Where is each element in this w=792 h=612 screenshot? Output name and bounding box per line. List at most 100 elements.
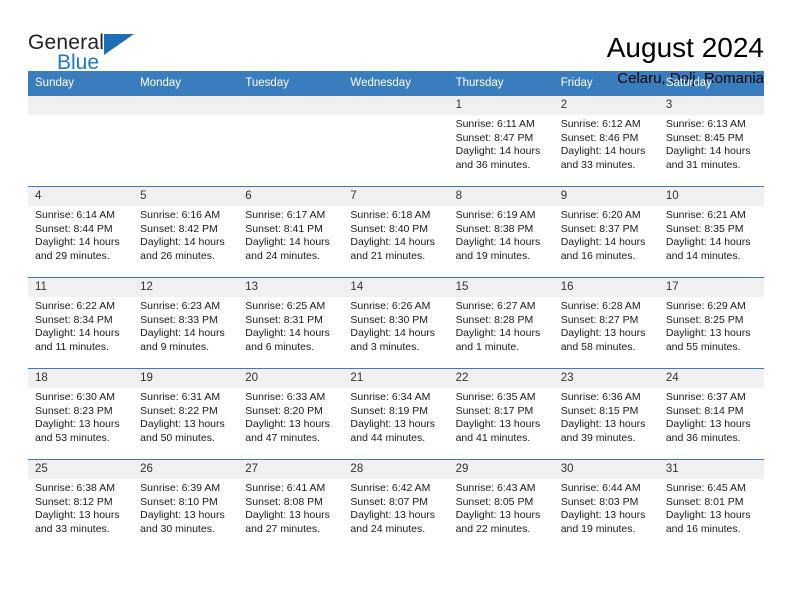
calendar-day-cell[interactable]: 4 Sunrise: 6:14 AM Sunset: 8:44 PM Daylight…: [28, 186, 134, 278]
day-details: Sunrise: 6:39 AM Sunset: 8:10 PM Daylight:…: [133, 479, 238, 536]
daylight-duration-line1: Daylight: 14 hours: [455, 327, 541, 340]
calendar-day-cell[interactable]: 3 Sunrise: 6:13 AM Sunset: 8:45 PM Daylight…: [658, 95, 764, 187]
calendar-day-cell[interactable]: 23 Sunrise: 6:36 AM Sunset: 8:15 PM Dayligh…: [553, 368, 659, 460]
calendar-day-cell[interactable]: 25 Sunrise: 6:38 AM Sunset: 8:12 PM Dayligh…: [28, 459, 134, 550]
weekday-header-thursday: Thursday: [448, 71, 554, 96]
calendar-day-cell[interactable]: 19 Sunrise: 6:31 AM Sunset: 8:22 PM Dayligh…: [133, 368, 239, 460]
calendar-table: Sunday Monday Tuesday Wednesday Thursday…: [28, 71, 764, 550]
daylight-duration-line1: Daylight: 13 hours: [245, 509, 330, 522]
calendar-day-cell[interactable]: 27 Sunrise: 6:41 AM Sunset: 8:08 PM Dayligh…: [238, 459, 344, 550]
sunrise-time: Sunrise: 6:33 AM: [245, 391, 326, 403]
day-cell-inner: [28, 96, 134, 186]
daylight-duration-line2: and 6 minutes.: [245, 340, 315, 353]
daylight-duration-line2: and 21 minutes.: [350, 249, 426, 262]
calendar-day-cell[interactable]: 7 Sunrise: 6:18 AM Sunset: 8:40 PM Daylight…: [343, 186, 449, 278]
sunset-time: Sunset: 8:15 PM: [560, 404, 639, 417]
day-number: 31: [658, 460, 764, 479]
day-cell-inner: 4 Sunrise: 6:14 AM Sunset: 8:44 PM Daylight…: [28, 187, 134, 277]
brand-logo[interactable]: General Blue: [28, 32, 148, 84]
sunset-time: Sunset: 8:14 PM: [665, 404, 744, 417]
day-cell-inner: 30 Sunrise: 6:44 AM Sunset: 8:03 PM Dayligh…: [553, 460, 659, 550]
calendar-day-cell[interactable]: 2 Sunrise: 6:12 AM Sunset: 8:46 PM Daylight…: [553, 95, 659, 187]
day-number: 18: [28, 369, 134, 388]
day-cell-inner: 2 Sunrise: 6:12 AM Sunset: 8:46 PM Daylight…: [553, 96, 659, 186]
day-number: 29: [448, 460, 554, 479]
calendar-day-cell[interactable]: 16 Sunrise: 6:28 AM Sunset: 8:27 PM Dayligh…: [553, 277, 659, 369]
weekday-header-tuesday: Tuesday: [238, 71, 344, 96]
calendar-day-cell[interactable]: 20 Sunrise: 6:33 AM Sunset: 8:20 PM Dayligh…: [238, 368, 344, 460]
calendar-day-cell[interactable]: 10 Sunrise: 6:21 AM Sunset: 8:35 PM Dayligh…: [658, 186, 764, 278]
day-number: 13: [238, 278, 344, 297]
sunset-time: Sunset: 8:44 PM: [35, 222, 113, 235]
day-details: Sunrise: 6:31 AM Sunset: 8:22 PM Daylight:…: [133, 388, 238, 445]
daylight-duration-line2: and 14 minutes.: [665, 249, 741, 262]
calendar-day-cell[interactable]: 21 Sunrise: 6:34 AM Sunset: 8:19 PM Dayligh…: [343, 368, 449, 460]
day-cell-inner: 20 Sunrise: 6:33 AM Sunset: 8:20 PM Dayligh…: [238, 369, 344, 459]
sunrise-time: Sunrise: 6:34 AM: [350, 391, 431, 403]
calendar-day-cell[interactable]: 14 Sunrise: 6:26 AM Sunset: 8:30 PM Dayligh…: [343, 277, 449, 369]
calendar-day-cell[interactable]: 28 Sunrise: 6:42 AM Sunset: 8:07 PM Dayligh…: [343, 459, 449, 550]
sunset-time: Sunset: 8:30 PM: [350, 313, 429, 326]
calendar-week-row: 1 Sunrise: 6:11 AM Sunset: 8:47 PM Daylight…: [28, 95, 764, 187]
day-details: Sunrise: 6:11 AM Sunset: 8:47 PM Daylight:…: [449, 115, 554, 172]
calendar-day-cell[interactable]: 22 Sunrise: 6:35 AM Sunset: 8:17 PM Dayligh…: [448, 368, 554, 460]
day-number: 27: [238, 460, 344, 479]
daylight-duration-line1: Daylight: 14 hours: [350, 236, 436, 249]
calendar-day-cell[interactable]: 12 Sunrise: 6:23 AM Sunset: 8:33 PM Dayligh…: [133, 277, 239, 369]
sunrise-time: Sunrise: 6:27 AM: [455, 300, 536, 312]
day-cell-inner: 18 Sunrise: 6:30 AM Sunset: 8:23 PM Dayligh…: [28, 369, 134, 459]
calendar-day-cell[interactable]: 18 Sunrise: 6:30 AM Sunset: 8:23 PM Dayligh…: [28, 368, 134, 460]
calendar-day-cell[interactable]: 15 Sunrise: 6:27 AM Sunset: 8:28 PM Dayligh…: [448, 277, 554, 369]
sunset-time: Sunset: 8:27 PM: [560, 313, 639, 326]
calendar-cell-empty: [343, 95, 449, 187]
weekday-header-wednesday: Wednesday: [343, 71, 449, 96]
day-details: Sunrise: 6:26 AM Sunset: 8:30 PM Daylight:…: [343, 297, 448, 354]
day-details: Sunrise: 6:43 AM Sunset: 8:05 PM Daylight:…: [449, 479, 554, 536]
sunrise-time: Sunrise: 6:14 AM: [35, 209, 115, 221]
calendar-day-cell[interactable]: 8 Sunrise: 6:19 AM Sunset: 8:38 PM Daylight…: [448, 186, 554, 278]
day-cell-inner: 19 Sunrise: 6:31 AM Sunset: 8:22 PM Dayligh…: [133, 369, 239, 459]
calendar-day-cell[interactable]: 6 Sunrise: 6:17 AM Sunset: 8:41 PM Daylight…: [238, 186, 344, 278]
daylight-duration-line1: Daylight: 14 hours: [245, 327, 330, 340]
calendar-day-cell[interactable]: 29 Sunrise: 6:43 AM Sunset: 8:05 PM Dayligh…: [448, 459, 554, 550]
sunset-time: Sunset: 8:38 PM: [455, 222, 534, 235]
day-details: Sunrise: 6:21 AM Sunset: 8:35 PM Daylight:…: [659, 206, 764, 263]
calendar-day-cell[interactable]: 9 Sunrise: 6:20 AM Sunset: 8:37 PM Daylight…: [553, 186, 659, 278]
daylight-duration-line2: and 47 minutes.: [245, 431, 320, 444]
brand-name-blue: Blue: [57, 51, 100, 74]
day-details: Sunrise: 6:30 AM Sunset: 8:23 PM Daylight:…: [28, 388, 133, 445]
sunrise-time: Sunrise: 6:23 AM: [140, 300, 221, 312]
calendar-body: 1 Sunrise: 6:11 AM Sunset: 8:47 PM Daylight…: [28, 95, 764, 550]
day-number: 15: [448, 278, 554, 297]
day-cell-inner: 27 Sunrise: 6:41 AM Sunset: 8:08 PM Dayligh…: [238, 460, 344, 550]
daylight-duration-line1: Daylight: 13 hours: [560, 327, 646, 340]
calendar-day-cell[interactable]: 31 Sunrise: 6:45 AM Sunset: 8:01 PM Dayligh…: [658, 459, 764, 550]
daylight-duration-line2: and 53 minutes.: [35, 431, 110, 444]
sunset-time: Sunset: 8:31 PM: [245, 313, 323, 326]
daylight-duration-line1: Daylight: 13 hours: [35, 418, 120, 431]
brand-triangle-icon: [104, 34, 134, 55]
sunset-time: Sunset: 8:17 PM: [455, 404, 534, 417]
day-cell-inner: 14 Sunrise: 6:26 AM Sunset: 8:30 PM Dayligh…: [343, 278, 449, 368]
calendar-day-cell[interactable]: 13 Sunrise: 6:25 AM Sunset: 8:31 PM Dayligh…: [238, 277, 344, 369]
day-number: 5: [133, 187, 239, 206]
day-number: 24: [658, 369, 764, 388]
sunset-time: Sunset: 8:45 PM: [665, 131, 744, 144]
day-number: [28, 96, 134, 115]
calendar-day-cell[interactable]: 30 Sunrise: 6:44 AM Sunset: 8:03 PM Dayligh…: [553, 459, 659, 550]
calendar-day-cell[interactable]: 24 Sunrise: 6:37 AM Sunset: 8:14 PM Dayligh…: [658, 368, 764, 460]
day-number: 21: [343, 369, 449, 388]
calendar-day-cell[interactable]: 26 Sunrise: 6:39 AM Sunset: 8:10 PM Dayligh…: [133, 459, 239, 550]
sunset-time: Sunset: 8:25 PM: [665, 313, 744, 326]
sunset-time: Sunset: 8:03 PM: [560, 495, 639, 508]
day-cell-inner: 29 Sunrise: 6:43 AM Sunset: 8:05 PM Dayligh…: [448, 460, 554, 550]
calendar-week-row: 4 Sunrise: 6:14 AM Sunset: 8:44 PM Daylight…: [28, 186, 764, 278]
calendar-day-cell[interactable]: 5 Sunrise: 6:16 AM Sunset: 8:42 PM Daylight…: [133, 186, 239, 278]
calendar-day-cell[interactable]: 1 Sunrise: 6:11 AM Sunset: 8:47 PM Daylight…: [448, 95, 554, 187]
calendar-day-cell[interactable]: 17 Sunrise: 6:29 AM Sunset: 8:25 PM Dayligh…: [658, 277, 764, 369]
daylight-duration-line1: Daylight: 13 hours: [350, 509, 436, 522]
sunrise-time: Sunrise: 6:36 AM: [560, 391, 641, 403]
daylight-duration-line1: Daylight: 13 hours: [455, 418, 541, 431]
sunset-time: Sunset: 8:33 PM: [140, 313, 218, 326]
calendar-day-cell[interactable]: 11 Sunrise: 6:22 AM Sunset: 8:34 PM Dayligh…: [28, 277, 134, 369]
